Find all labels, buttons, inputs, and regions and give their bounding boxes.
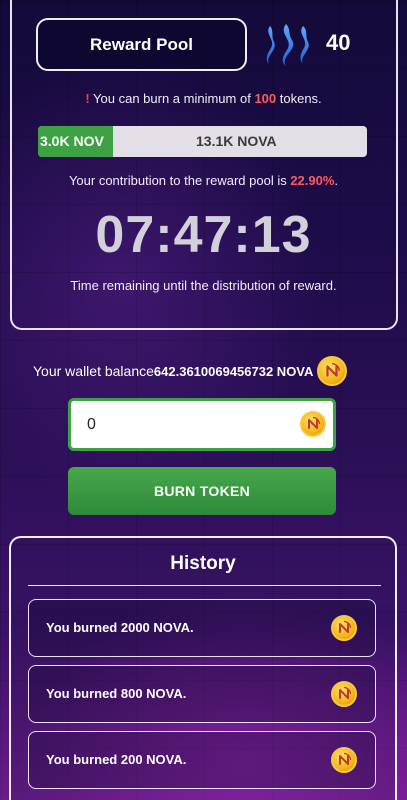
burn-token-button[interactable]: BURN TOKEN: [68, 467, 336, 515]
history-panel: History You burned 2000 NOVA. You burned…: [9, 536, 397, 800]
steem-count: 40: [326, 30, 351, 55]
countdown-timer: 07:47:13: [95, 206, 312, 264]
burn-amount-input[interactable]: [68, 398, 336, 451]
user-contribution-amount: 3.0K NOV: [40, 133, 104, 149]
countdown-caption: Time remaining until the distribution of…: [70, 278, 337, 293]
history-item: You burned 2000 NOVA.: [28, 599, 376, 657]
minimum-amount: 100: [254, 91, 277, 106]
history-item-text: You burned 2000 NOVA.: [46, 620, 194, 635]
wallet-balance: Your wallet balance 642.3610069456732 NOV…: [33, 356, 348, 386]
history-item: You burned 800 NOVA.: [28, 665, 376, 723]
history-item-text: You burned 200 NOVA.: [46, 752, 187, 767]
minimum-burn-notice: ! You can burn a minimum of 100 tokens.: [85, 91, 322, 106]
history-divider: [28, 585, 381, 586]
contribution-text: Your contribution to the reward pool is …: [68, 173, 339, 188]
contribution-percentage: 22.90%: [290, 173, 335, 188]
reward-pool-label: Reward Pool: [90, 34, 193, 54]
reward-pool-progress-bar: 3.0K NOV 13.1K NOVA: [38, 126, 367, 157]
nova-coin-icon: [331, 615, 357, 641]
nova-coin-icon: [300, 411, 326, 437]
history-item-text: You burned 800 NOVA.: [46, 686, 187, 701]
nova-coin-icon: [331, 681, 357, 707]
nova-coin-icon: [331, 747, 357, 773]
pool-total-amount: 13.1K NOVA: [196, 133, 277, 149]
steem-logo-icon: [266, 24, 309, 66]
reward-pool-button[interactable]: Reward Pool: [36, 18, 247, 71]
nova-coin-icon: [317, 356, 348, 386]
wallet-balance-label: Your wallet balance: [33, 363, 154, 379]
history-title: History: [170, 553, 236, 574]
history-item: You burned 200 NOVA.: [28, 731, 376, 789]
wallet-balance-value: 642.3610069456732 NOVA: [153, 363, 314, 379]
